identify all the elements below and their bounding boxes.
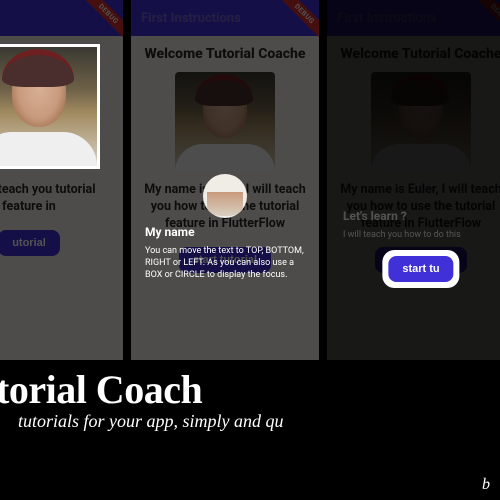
screen-box-highlight: First Instructions DEBUG torial Coache ,… [0,0,123,360]
coachmark-text: My name You can move the text to TOP, BO… [131,224,319,282]
coach-avatar-highlighted [0,47,97,166]
screen-circle-highlight: First Instructions DEBUG Welcome Tutoria… [131,0,319,360]
coachmark-body: I will teach you how to do this [343,229,495,241]
marketing-footer: torial Coach tutorials for your app, sim… [0,360,500,432]
coachmark-title: My name [145,224,305,240]
intro-text: , I will teach you tutorial feature in [0,182,113,216]
byline: b [482,476,490,494]
coachmark-title: Let's learn ? [343,208,495,224]
coach-avatar [175,72,275,172]
screens-row: First Instructions DEBUG torial Coache ,… [0,0,500,360]
welcome-heading: Welcome Tutorial Coache [337,46,500,62]
coachmark-box-highlight [0,44,100,169]
app-topbar: First Instructions DEBUG [131,0,319,36]
coachmark-body: You can move the text to TOP, BOTTOM, RI… [145,245,305,281]
app-topbar: First Instructions DEBUG [327,0,500,36]
coachmark-button-highlight: start tu [382,250,459,288]
coachmark-text: Let's learn ? I will teach you how to do… [335,208,500,241]
product-title: torial Coach [0,366,490,413]
welcome-heading: Welcome Tutorial Coache [141,46,309,62]
start-tutorial-button[interactable]: utorial [0,230,60,256]
screen-content: Welcome Tutorial Coache My name is Euler… [327,36,500,283]
coachmark-circle-highlight [203,174,247,218]
product-subtitle: tutorials for your app, simply and qu [18,411,490,432]
topbar-title: First Instructions [141,11,241,26]
debug-ribbon: DEBUG [473,0,500,41]
start-tutorial-button-highlighted[interactable]: start tu [388,256,453,282]
topbar-title: First Instructions [337,11,437,26]
debug-ribbon: DEBUG [81,0,123,41]
screen-button-highlight: First Instructions DEBUG Welcome Tutoria… [327,0,500,360]
coach-avatar [371,72,471,172]
app-topbar: First Instructions DEBUG [0,0,123,36]
debug-ribbon: DEBUG [277,0,319,41]
